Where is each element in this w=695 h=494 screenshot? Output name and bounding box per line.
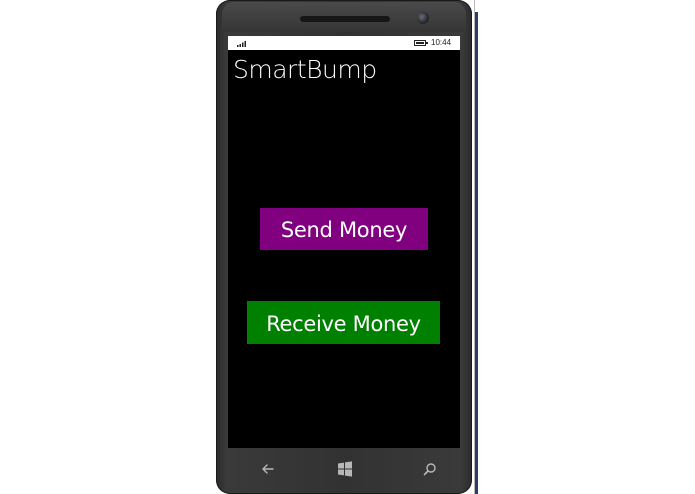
battery-level [416,42,424,44]
phone-screen: 10:44 SmartBump Send Money Receive Money [228,36,460,448]
battery-icon [414,40,428,46]
send-money-button[interactable]: Send Money [260,208,428,250]
windows-logo-icon[interactable] [336,460,354,478]
status-bar: 10:44 [228,36,460,50]
signal-icon [237,41,246,47]
status-time: 10:44 [431,38,452,47]
phone-frame: 10:44 SmartBump Send Money Receive Money [216,0,472,494]
search-icon[interactable] [421,460,439,478]
front-camera-icon [417,12,429,24]
receive-money-button[interactable]: Receive Money [247,301,440,344]
earpiece-speaker [300,16,390,22]
hardware-nav-bar [228,452,460,486]
back-arrow-icon[interactable] [259,460,277,478]
window-edge-strip [475,12,478,494]
emulator-window: 10:44 SmartBump Send Money Receive Money [0,0,695,494]
page-title: SmartBump [233,55,377,84]
